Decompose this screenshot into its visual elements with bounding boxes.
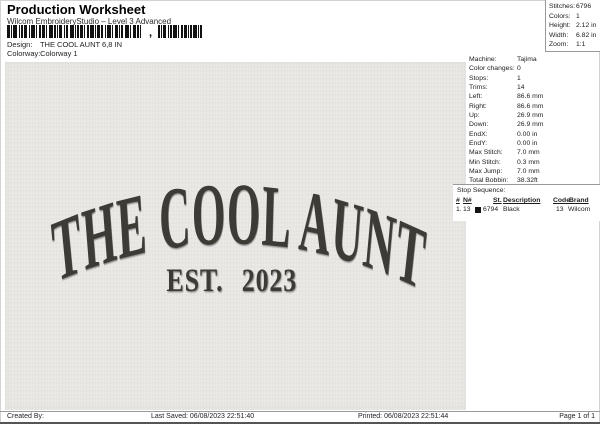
info-label: Down: <box>469 121 489 129</box>
col-brand: Brand <box>569 197 589 204</box>
info-row-down: Down: 26.9 mm <box>469 121 599 130</box>
stat-height: Height: 2.12 in <box>546 22 600 32</box>
info-label: EndX: <box>469 130 488 138</box>
info-row-max-jump: Max Jump: 7.0 mm <box>469 168 599 177</box>
cell-needle: 13 <box>463 206 471 213</box>
info-label: Up: <box>469 112 480 120</box>
table-row: 1. 13 6794 Black 13 Wilcom <box>453 206 600 215</box>
col-num: # <box>456 197 460 204</box>
info-label: Stops: <box>469 74 489 82</box>
stat-label: Width: <box>549 31 569 39</box>
embroidery-design: THE COOL AUNT EST. 2023 <box>48 164 429 308</box>
cell-code: 13 <box>556 206 564 213</box>
info-value: 7.0 mm <box>517 168 540 176</box>
info-row-machine: Machine: Tajima <box>469 56 599 65</box>
cell-num: 1. <box>456 206 462 213</box>
stat-stitches: Stitches: 6796 <box>546 3 600 13</box>
page-title: Production Worksheet <box>7 2 146 17</box>
info-label: Machine: <box>469 56 497 63</box>
stat-label: Colors: <box>549 12 571 20</box>
info-value: 0 <box>517 65 521 73</box>
design-label: Design: <box>7 40 33 49</box>
stat-colors: Colors: 1 <box>546 13 600 23</box>
stop-sequence-title: Stop Sequence: <box>457 187 506 194</box>
barcode-comma: , <box>149 27 153 39</box>
info-value: 86.6 mm <box>517 102 544 110</box>
info-label: Right: <box>469 102 487 110</box>
info-value: 86.6 mm <box>517 93 544 101</box>
page-number: Page 1 of 1 <box>559 413 595 420</box>
info-value: 0.00 in <box>517 130 538 138</box>
stat-width: Width: 6.82 in <box>546 32 600 42</box>
info-row-max-stitch: Max Stitch: 7.0 mm <box>469 149 599 158</box>
stat-value: 6796 <box>576 3 592 10</box>
info-label: EndY: <box>469 140 488 148</box>
created-by-label: Created By: <box>7 413 44 420</box>
stat-value: 1 <box>576 12 580 20</box>
stop-sequence-section: Stop Sequence: # N# St. Description Code… <box>453 184 600 221</box>
design-canvas: THE COOL AUNT EST. 2023 <box>5 62 466 410</box>
info-row-min-stitch: Min Stitch: 0.3 mm <box>469 159 599 168</box>
info-row-left: Left: 86.6 mm <box>469 93 599 102</box>
info-value: Tajima <box>517 56 537 63</box>
info-label: Left: <box>469 93 483 101</box>
footer-separator <box>0 411 600 412</box>
info-value: 26.9 mm <box>517 112 544 120</box>
last-saved-timestamp: Last Saved: 06/08/2023 22:51:40 <box>151 413 255 420</box>
design-value: THE COOL AUNT 6,8 IN <box>39 40 123 49</box>
info-row-endy: EndY: 0.00 in <box>469 140 599 149</box>
stat-value: 2.12 in <box>576 22 597 30</box>
stat-label: Stitches: <box>549 3 576 10</box>
stat-zoom: Zoom: 1:1 <box>546 41 600 51</box>
thread-color-swatch <box>475 207 481 213</box>
info-row-endx: EndX: 0.00 in <box>469 131 599 140</box>
est-year-text: EST. 2023 <box>166 263 297 299</box>
info-row-right: Right: 86.6 mm <box>469 103 599 112</box>
info-label: Color changes: <box>469 65 515 73</box>
colorway-row: Colorway: Colorway 1 <box>7 49 78 58</box>
info-label: Min Stitch: <box>469 158 501 166</box>
stat-label: Height: <box>549 22 571 30</box>
machine-info-panel: Machine: Tajima Color changes: 0 Stops: 1 T… <box>469 56 599 187</box>
info-value: 7.0 mm <box>517 149 540 157</box>
col-code: Code <box>553 197 570 204</box>
info-row-up: Up: 26.9 mm <box>469 112 599 121</box>
barcode-icon <box>7 25 202 38</box>
cell-description: Black <box>503 206 520 213</box>
cell-stitches: 6794 <box>483 206 499 213</box>
design-stats-box: Stitches: 6796 Colors: 1 Height: 2.12 in Wi… <box>545 0 600 52</box>
colorway-label: Colorway: <box>7 49 41 58</box>
info-value: 26.9 mm <box>517 121 544 129</box>
info-value: 0.00 in <box>517 140 538 148</box>
info-value: 0.3 mm <box>517 158 540 166</box>
info-label: Max Jump: <box>469 168 503 176</box>
col-needle: N# <box>463 197 472 204</box>
cell-brand: Wilcom <box>568 206 591 213</box>
info-label: Trims: <box>469 84 488 92</box>
info-value: 1 <box>517 74 521 82</box>
stat-label: Zoom: <box>549 41 569 49</box>
info-row-color-changes: Color changes: 0 <box>469 65 599 74</box>
col-stitches: St. <box>493 197 502 204</box>
stop-sequence-header: # N# St. Description Code Brand <box>453 197 600 206</box>
info-row-trims: Trims: 14 <box>469 84 599 93</box>
design-name-row: Design: THE COOL AUNT 6,8 IN <box>7 40 122 49</box>
colorway-value: Colorway 1 <box>40 49 78 58</box>
printed-timestamp: Printed: 06/08/2023 22:51:44 <box>358 413 449 420</box>
stat-value: 1:1 <box>576 41 586 49</box>
info-value: 14 <box>517 84 525 92</box>
col-description: Description <box>503 197 541 204</box>
info-row-stops: Stops: 1 <box>469 75 599 84</box>
info-label: Max Stitch: <box>469 149 503 157</box>
stat-value: 6.82 in <box>576 31 597 39</box>
